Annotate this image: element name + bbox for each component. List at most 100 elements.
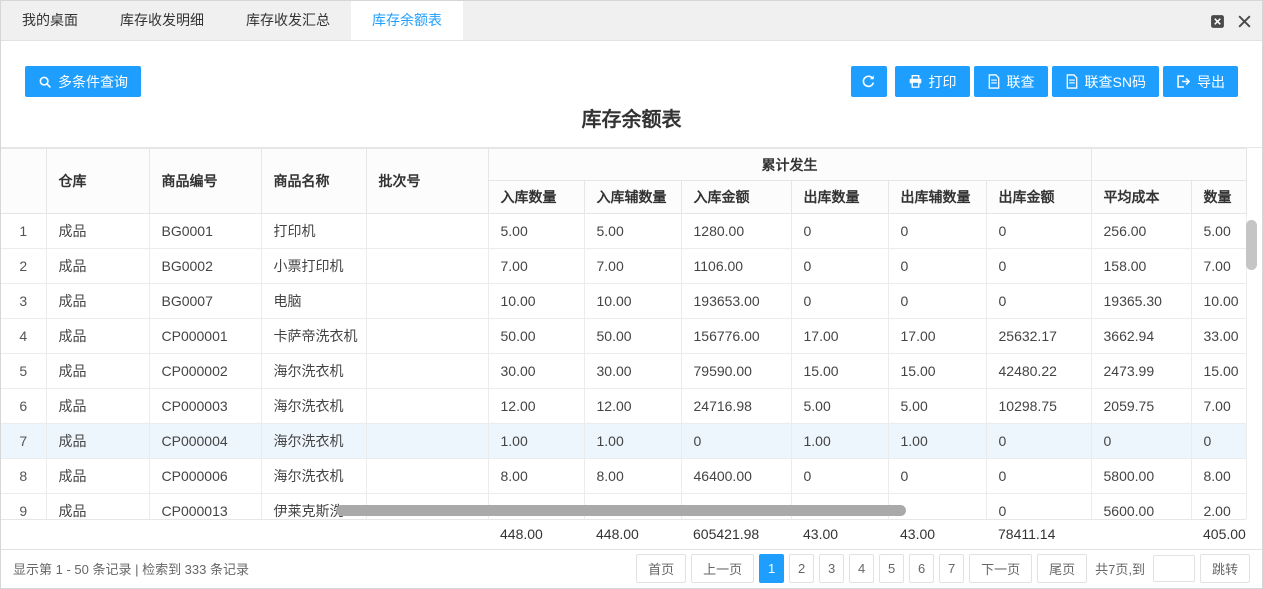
summary-avg-cost bbox=[1091, 519, 1192, 549]
table-row[interactable]: 8 成品 CP000006 海尔洗衣机 8.00 8.00 46400.00 0 0 0 5800.… bbox=[1, 458, 1247, 494]
page-number-button[interactable]: 2 bbox=[789, 554, 815, 584]
vertical-scrollbar-thumb[interactable] bbox=[1246, 220, 1257, 270]
close-all-icon[interactable] bbox=[1237, 14, 1252, 29]
tab-bar: 我的桌面 库存收发明细 库存收发汇总 库存余额表 bbox=[1, 1, 1262, 41]
prev-page-button[interactable]: 上一页 bbox=[691, 554, 755, 584]
cell-in-amount: 193653.00 bbox=[680, 283, 792, 319]
print-button[interactable]: 打印 bbox=[894, 66, 970, 97]
summary-in-aux-qty: 448.00 bbox=[584, 519, 682, 549]
cell-code: BG0002 bbox=[148, 248, 262, 284]
cell-qty: 0 bbox=[1190, 423, 1247, 459]
summary-in-qty: 448.00 bbox=[488, 519, 585, 549]
cell-avg-cost: 3662.94 bbox=[1090, 318, 1192, 354]
linked-query-sn-button[interactable]: 联查SN码 bbox=[1051, 66, 1159, 97]
export-label: 导出 bbox=[1197, 73, 1225, 90]
cell-out-amount: 0 bbox=[985, 423, 1092, 459]
cell-warehouse: 成品 bbox=[45, 283, 150, 319]
col-header-qty[interactable]: 数量 bbox=[1190, 180, 1247, 214]
col-header-code[interactable]: 商品编号 bbox=[148, 148, 262, 214]
refresh-button[interactable] bbox=[850, 66, 887, 97]
page-title: 库存余额表 bbox=[581, 109, 682, 131]
next-page-button[interactable]: 下一页 bbox=[969, 554, 1033, 584]
cell-in-amount: 1106.00 bbox=[680, 248, 792, 284]
horizontal-scrollbar-thumb[interactable] bbox=[336, 505, 906, 516]
cell-out-amount: 0 bbox=[985, 458, 1092, 494]
jump-button[interactable]: 跳转 bbox=[1199, 554, 1250, 584]
page-number-button[interactable]: 5 bbox=[879, 554, 905, 584]
close-tab-icon[interactable] bbox=[1210, 14, 1225, 29]
tab-my-desktop[interactable]: 我的桌面 bbox=[1, 1, 99, 40]
cell-batch bbox=[365, 388, 489, 424]
col-header-warehouse[interactable]: 仓库 bbox=[45, 148, 150, 214]
cell-out-qty: 17.00 bbox=[790, 318, 889, 354]
table-row[interactable]: 2 成品 BG0002 小票打印机 7.00 7.00 1106.00 0 0 0 158.00 7.… bbox=[1, 248, 1247, 284]
tab-stock-inout-detail[interactable]: 库存收发明细 bbox=[99, 1, 225, 40]
cell-in-aux-qty: 8.00 bbox=[583, 458, 682, 494]
col-header-in-aux-qty[interactable]: 入库辅数量 bbox=[583, 180, 682, 214]
search-icon bbox=[38, 75, 52, 89]
pagination: 首页 上一页 1234567 下一页 尾页 共7页,到 跳转 bbox=[636, 554, 1250, 584]
cell-out-qty: 0 bbox=[790, 283, 889, 319]
table-viewport: 仓库 商品编号 商品名称 批次号 累计发生 入库数量 入库辅数量 入库金额 出库… bbox=[1, 148, 1262, 519]
cell-name: 卡萨帝洗衣机 bbox=[260, 318, 367, 354]
page-number-button[interactable]: 6 bbox=[909, 554, 935, 584]
cell-warehouse: 成品 bbox=[45, 388, 150, 424]
cell-code: CP000006 bbox=[148, 458, 262, 494]
cell-avg-cost: 2473.99 bbox=[1090, 353, 1192, 389]
multi-condition-query-button[interactable]: 多条件查询 bbox=[25, 66, 141, 97]
toolbar: 多条件查询 打印 联查 联查SN码 导出 bbox=[1, 41, 1262, 97]
page-number-button[interactable]: 4 bbox=[849, 554, 875, 584]
col-header-out-amount[interactable]: 出库金额 bbox=[985, 180, 1092, 214]
export-button[interactable]: 导出 bbox=[1163, 66, 1238, 97]
page-number-button[interactable]: 7 bbox=[939, 554, 965, 584]
table-header: 仓库 商品编号 商品名称 批次号 累计发生 入库数量 入库辅数量 入库金额 出库… bbox=[1, 148, 1247, 214]
cell-warehouse: 成品 bbox=[45, 353, 150, 389]
table-row[interactable]: 4 成品 CP000001 卡萨帝洗衣机 50.00 50.00 156776.00 17.0… bbox=[1, 318, 1247, 354]
cell-in-aux-qty: 12.00 bbox=[583, 388, 682, 424]
cell-in-qty: 30.00 bbox=[487, 353, 585, 389]
col-header-batch[interactable]: 批次号 bbox=[365, 148, 489, 214]
row-index: 9 bbox=[1, 493, 47, 519]
tab-stock-inout-summary[interactable]: 库存收发汇总 bbox=[225, 1, 351, 40]
cell-name: 打印机 bbox=[260, 213, 367, 249]
cell-out-qty: 15.00 bbox=[790, 353, 889, 389]
col-header-in-amount[interactable]: 入库金额 bbox=[680, 180, 792, 214]
cell-warehouse: 成品 bbox=[45, 493, 150, 519]
table-row[interactable]: 6 成品 CP000003 海尔洗衣机 12.00 12.00 24716.98 5.00 5.… bbox=[1, 388, 1247, 424]
cell-in-aux-qty: 5.00 bbox=[583, 213, 682, 249]
cell-warehouse: 成品 bbox=[45, 248, 150, 284]
first-page-button[interactable]: 首页 bbox=[636, 554, 687, 584]
page-jump-input[interactable] bbox=[1152, 555, 1195, 583]
col-header-in-qty[interactable]: 入库数量 bbox=[488, 180, 585, 214]
table-row[interactable]: 3 成品 BG0007 电脑 10.00 10.00 193653.00 0 0 0 19365.3… bbox=[1, 283, 1247, 319]
table-row[interactable]: 1 成品 BG0001 打印机 5.00 5.00 1280.00 0 0 0 256.00 5.00 bbox=[1, 213, 1247, 249]
col-header-out-aux-qty[interactable]: 出库辅数量 bbox=[887, 180, 987, 214]
cell-out-aux-qty: 5.00 bbox=[887, 388, 987, 424]
tab-stock-balance[interactable]: 库存余额表 bbox=[351, 1, 463, 40]
cell-avg-cost: 0 bbox=[1090, 423, 1192, 459]
summary-row: 448.00 448.00 605421.98 43.00 43.00 7841… bbox=[1, 519, 1247, 549]
page-number-button[interactable]: 1 bbox=[759, 554, 785, 584]
col-header-name[interactable]: 商品名称 bbox=[260, 148, 367, 214]
cell-in-aux-qty: 10.00 bbox=[583, 283, 682, 319]
table-row[interactable]: 5 成品 CP000002 海尔洗衣机 30.00 30.00 79590.00 15.00 1… bbox=[1, 353, 1247, 389]
last-page-button[interactable]: 尾页 bbox=[1037, 554, 1088, 584]
tabs-container: 我的桌面 库存收发明细 库存收发汇总 库存余额表 bbox=[1, 1, 463, 40]
cell-out-qty: 5.00 bbox=[790, 388, 889, 424]
cell-batch bbox=[365, 283, 489, 319]
col-header-out-qty[interactable]: 出库数量 bbox=[790, 180, 889, 214]
table-row[interactable]: 7 成品 CP000004 海尔洗衣机 1.00 1.00 0 1.00 1.00 0 0 0 bbox=[1, 423, 1247, 459]
document-icon bbox=[987, 74, 1001, 89]
cell-out-aux-qty: 17.00 bbox=[887, 318, 987, 354]
cell-out-aux-qty: 0 bbox=[887, 283, 987, 319]
col-header-avg-cost[interactable]: 平均成本 bbox=[1090, 180, 1192, 214]
cell-batch bbox=[365, 248, 489, 284]
row-index: 8 bbox=[1, 458, 47, 494]
cell-in-amount: 156776.00 bbox=[680, 318, 792, 354]
cell-in-qty: 50.00 bbox=[487, 318, 585, 354]
page-number-button[interactable]: 3 bbox=[819, 554, 845, 584]
cell-out-aux-qty: 0 bbox=[887, 458, 987, 494]
col-header-index bbox=[1, 148, 47, 214]
linked-query-button[interactable]: 联查 bbox=[973, 66, 1048, 97]
summary-in-amount: 605421.98 bbox=[681, 519, 792, 549]
